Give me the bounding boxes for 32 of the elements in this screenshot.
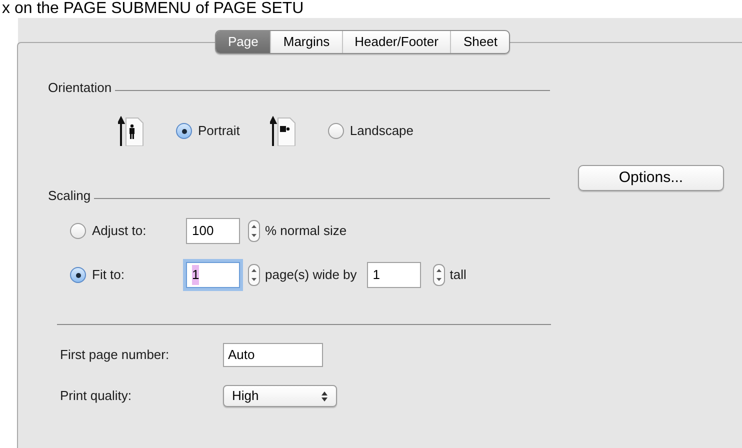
radio-button[interactable]	[70, 267, 86, 283]
radio-label: Portrait	[198, 122, 240, 140]
stepper-icon[interactable]	[432, 264, 445, 286]
unit-label: % normal size	[265, 222, 347, 240]
radio-button[interactable]	[70, 223, 86, 239]
dropdown[interactable]: High	[223, 385, 337, 407]
options-button[interactable]: Options...	[578, 165, 724, 191]
unit-label: tall	[450, 266, 466, 284]
input-field[interactable]: 1	[186, 262, 240, 288]
tab[interactable]: Margins	[270, 31, 342, 53]
radio-button[interactable]	[176, 123, 192, 139]
tab[interactable]: Sheet	[450, 31, 510, 53]
stepper-icon[interactable]	[248, 264, 260, 286]
unit-label: page(s) wide by	[265, 266, 357, 284]
input-field[interactable]: 1	[366, 262, 421, 288]
section-title: Orientation	[48, 79, 112, 97]
radio-label: Landscape	[350, 122, 414, 140]
section-title: Scaling	[48, 187, 91, 205]
page-orientation-icon	[270, 116, 296, 146]
tab[interactable]: Header/Footer	[342, 31, 450, 53]
field-label: First page number:	[60, 346, 170, 364]
input-field[interactable]: 100	[186, 218, 240, 244]
radio-label: Adjust to:	[92, 222, 146, 240]
input-field[interactable]: Auto	[223, 343, 323, 367]
caption-text: x on the PAGE SUBMENU of PAGE SETU	[1, 0, 305, 18]
stepper-icon[interactable]	[248, 220, 260, 242]
field-label: Print quality:	[60, 387, 133, 406]
radio-label: Fit to:	[92, 266, 125, 284]
radio-button[interactable]	[328, 123, 344, 139]
page-orientation-icon	[118, 116, 144, 146]
up-down-arrows-icon	[321, 390, 328, 402]
tab[interactable]: Page	[216, 31, 270, 53]
